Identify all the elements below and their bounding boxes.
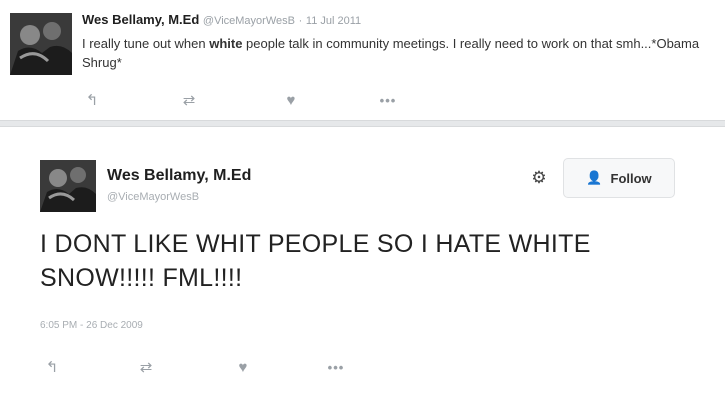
tweet-text-bold: white [209,36,243,51]
author-name[interactable]: Wes Bellamy, M.Ed [107,167,251,185]
like-icon[interactable]: ♥ [231,357,255,377]
avatar-photo-icon [40,160,96,212]
retweet-icon[interactable]: ⇄ [177,90,201,110]
reply-icon[interactable]: ↰ [80,90,104,110]
follow-label: Follow [610,170,652,186]
gear-icon[interactable]: ⚙ [530,169,548,187]
tweet-text: I really tune out when white people talk… [82,34,712,72]
more-icon[interactable]: ••• [324,357,348,377]
avatar[interactable] [10,13,72,75]
follow-button[interactable]: 👤 Follow [563,158,675,198]
tweet-header: Wes Bellamy, M.Ed @ViceMayorWesB · 11 Ju… [82,12,361,27]
tweet-text: I DONT LIKE WHIT PEOPLE SO I HATE WHITE … [40,230,591,292]
avatar-photo-icon [10,13,72,75]
more-icon[interactable]: ••• [376,90,400,110]
author-handle[interactable]: @ViceMayorWesB [107,191,199,203]
author-name[interactable]: Wes Bellamy, M.Ed [82,12,199,27]
tweet-date[interactable]: 11 Jul 2011 [306,15,361,27]
reply-icon[interactable]: ↰ [40,357,64,377]
like-icon[interactable]: ♥ [279,90,303,110]
author-handle[interactable]: @ViceMayorWesB [203,15,295,27]
tweet-card-1: Wes Bellamy, M.Ed @ViceMayorWesB · 11 Ju… [0,0,725,121]
date-separator: · [298,15,303,27]
tweet-text-part1: I really tune out when [82,36,210,51]
tweet-actions: ↰ ⇄ ♥ ••• [40,357,348,377]
follow-person-icon: 👤 [586,170,603,185]
retweet-icon[interactable]: ⇄ [134,357,158,377]
tweet-actions: ↰ ⇄ ♥ ••• [80,90,400,110]
tweet-timestamp[interactable]: 6:05 PM - 26 Dec 2009 [40,320,143,331]
avatar[interactable] [40,160,96,212]
tweet-card-2: Wes Bellamy, M.Ed @ViceMayorWesB ⚙ 👤 Fol… [0,126,725,402]
